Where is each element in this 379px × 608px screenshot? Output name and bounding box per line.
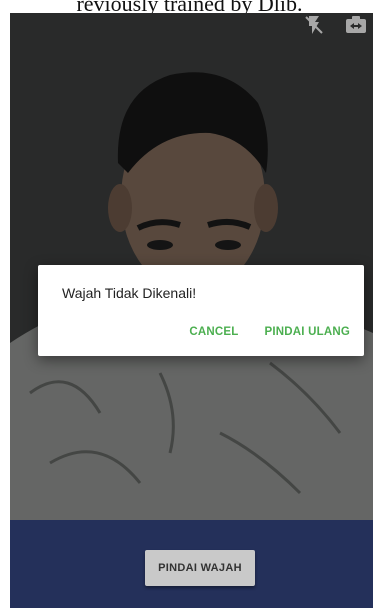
face-not-recognized-dialog: Wajah Tidak Dikenali! CANCEL PINDAI ULAN…: [38, 265, 364, 356]
cancel-button[interactable]: CANCEL: [189, 326, 238, 338]
dialog-message: Wajah Tidak Dikenali!: [62, 285, 197, 301]
screenshot-page: reviously trained by Dlib. Wajah Tidak D…: [0, 0, 379, 608]
scan-face-button[interactable]: PINDAI WAJAH: [145, 550, 255, 586]
bottom-bar: PINDAI WAJAH: [10, 520, 373, 608]
dialog-actions: CANCEL PINDAI ULANG: [189, 326, 350, 338]
rescan-button[interactable]: PINDAI ULANG: [265, 326, 350, 338]
phone-screen: Wajah Tidak Dikenali! CANCEL PINDAI ULAN…: [10, 13, 373, 608]
